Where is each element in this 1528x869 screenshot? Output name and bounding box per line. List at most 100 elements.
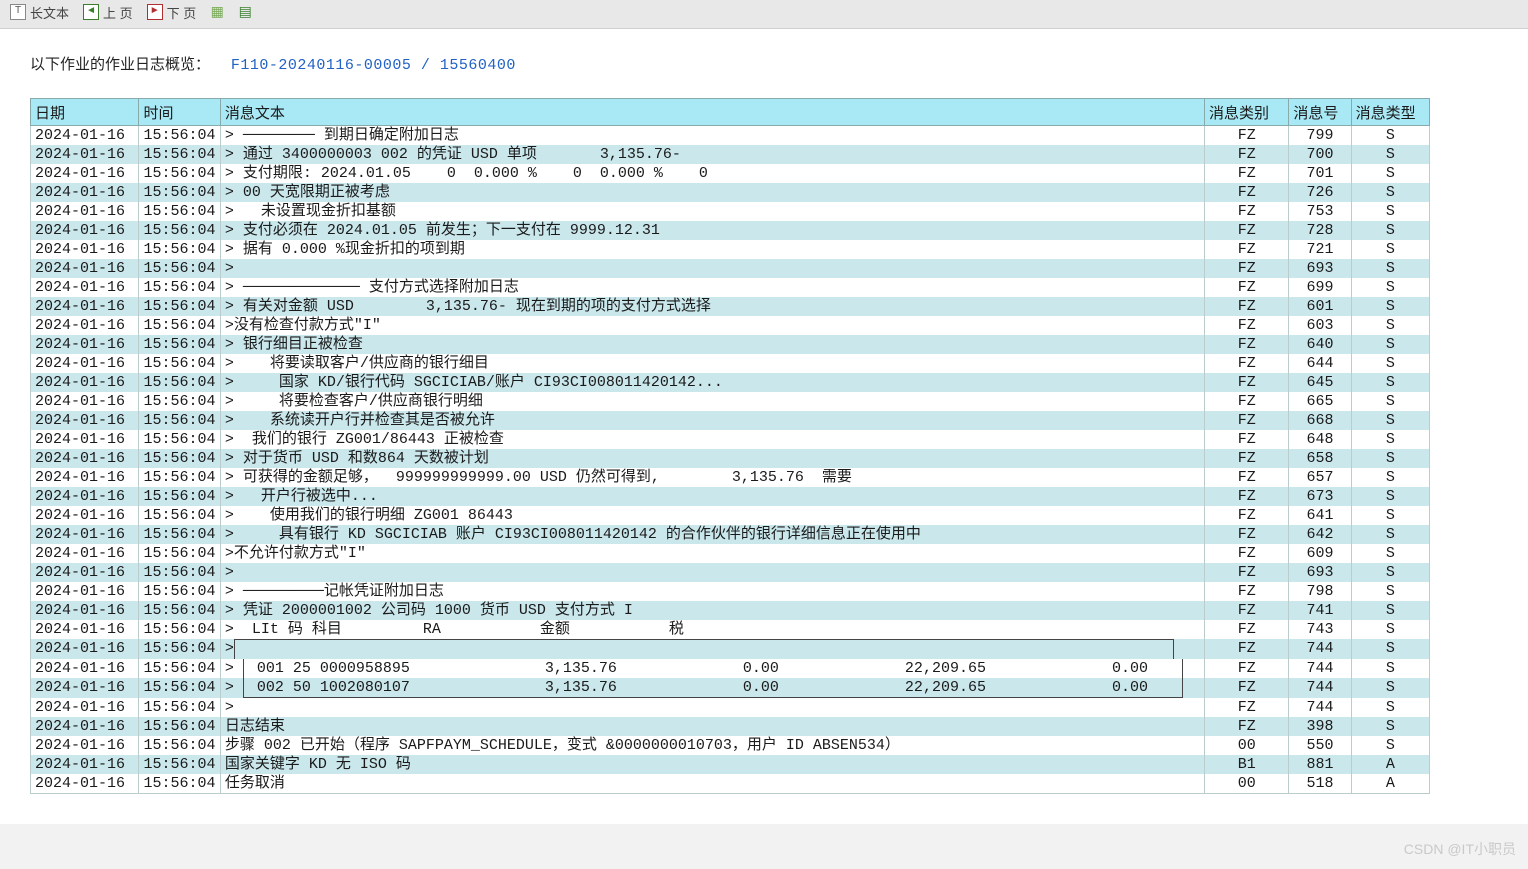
cell-msg-cat: FZ: [1205, 316, 1289, 335]
cell-msg-cat: FZ: [1205, 449, 1289, 468]
table-row[interactable]: 2024-01-1615:56:04>没有检查付款方式"I"FZ603S: [31, 316, 1430, 335]
table-row[interactable]: 2024-01-1615:56:04>不允许付款方式"I"FZ609S: [31, 544, 1430, 563]
table-row[interactable]: 2024-01-1615:56:04> 未设置现金折扣基额FZ753S: [31, 202, 1430, 221]
toolbar-grid-1[interactable]: ▦: [210, 5, 224, 19]
table-row[interactable]: 2024-01-1615:56:04> 开户行被选中...FZ673S: [31, 487, 1430, 506]
col-time[interactable]: 时间: [139, 99, 220, 126]
cell-msg-text: > LIt 码 科目 RA 金额 税: [220, 620, 1204, 639]
cell-date: 2024-01-16: [31, 698, 139, 717]
cell-msg-cat: B1: [1205, 755, 1289, 774]
cell-msg-text: > 使用我们的银行明细 ZG001 86443: [220, 506, 1204, 525]
table-row[interactable]: 2024-01-1615:56:04步骤 002 已开始（程序 SAPFPAYM…: [31, 736, 1430, 755]
cell-msg-type: S: [1351, 678, 1429, 698]
cell-date: 2024-01-16: [31, 335, 139, 354]
table-row[interactable]: 2024-01-1615:56:04> 据有 0.000 %现金折扣的项到期FZ…: [31, 240, 1430, 259]
cell-date: 2024-01-16: [31, 278, 139, 297]
cell-msg-type: S: [1351, 202, 1429, 221]
cell-msg-no: 601: [1289, 297, 1351, 316]
cell-time: 15:56:04: [139, 335, 220, 354]
cell-msg-text: >不允许付款方式"I": [220, 544, 1204, 563]
cell-msg-text: > 系统读开户行并检查其是否被允许: [220, 411, 1204, 430]
next-page-icon: ►: [147, 4, 163, 20]
table-row[interactable]: 2024-01-1615:56:04> 将要检查客户/供应商银行明细FZ665S: [31, 392, 1430, 411]
cell-msg-text: >没有检查付款方式"I": [220, 316, 1204, 335]
cell-date: 2024-01-16: [31, 259, 139, 278]
table-row[interactable]: 2024-01-1615:56:04> 通过 3400000003 002 的凭…: [31, 145, 1430, 164]
table-row[interactable]: 2024-01-1615:56:04> 使用我们的银行明细 ZG001 8644…: [31, 506, 1430, 525]
cell-msg-no: 668: [1289, 411, 1351, 430]
cell-msg-cat: FZ: [1205, 601, 1289, 620]
table-row[interactable]: 2024-01-1615:56:04> FZ744S: [31, 639, 1430, 659]
table-row[interactable]: 2024-01-1615:56:04> 支付必须在 2024.01.05 前发生…: [31, 221, 1430, 240]
cell-msg-text: > 国家 KD/银行代码 SGCICIAB/账户 CI93CI008011420…: [220, 373, 1204, 392]
cell-msg-text: > 可获得的金额足够， 999999999999.00 USD 仍然可得到, 3…: [220, 468, 1204, 487]
cell-msg-no: 665: [1289, 392, 1351, 411]
cell-msg-cat: FZ: [1205, 506, 1289, 525]
col-msg-no[interactable]: 消息号: [1289, 99, 1351, 126]
table-row[interactable]: 2024-01-1615:56:04> 002 50 1002080107 3,…: [31, 678, 1430, 698]
cell-msg-cat: FZ: [1205, 468, 1289, 487]
table-row[interactable]: 2024-01-1615:56:04> 对于货币 USD 和数864 天数被计划…: [31, 449, 1430, 468]
col-msg-text[interactable]: 消息文本: [220, 99, 1204, 126]
toolbar-longtext-label: 长文本: [30, 3, 69, 22]
table-row[interactable]: 2024-01-1615:56:04> 001 25 0000958895 3,…: [31, 659, 1430, 678]
cell-msg-cat: 00: [1205, 774, 1289, 794]
cell-msg-no: 701: [1289, 164, 1351, 183]
table-row[interactable]: 2024-01-1615:56:04> 有关对金额 USD 3,135.76- …: [31, 297, 1430, 316]
cell-msg-type: S: [1351, 354, 1429, 373]
cell-msg-no: 799: [1289, 126, 1351, 146]
cell-msg-cat: FZ: [1205, 659, 1289, 678]
table-row[interactable]: 2024-01-1615:56:04>FZ693S: [31, 259, 1430, 278]
cell-msg-cat: FZ: [1205, 259, 1289, 278]
cell-msg-type: A: [1351, 755, 1429, 774]
table-row[interactable]: 2024-01-1615:56:04> ───────────── 支付方式选择…: [31, 278, 1430, 297]
col-msg-type[interactable]: 消息类型: [1351, 99, 1429, 126]
table-row[interactable]: 2024-01-1615:56:04> ──────── 到期日确定附加日志FZ…: [31, 126, 1430, 146]
toolbar-grid-2[interactable]: ▤: [238, 5, 252, 19]
table-row[interactable]: 2024-01-1615:56:04>FZ744S: [31, 698, 1430, 717]
cell-msg-type: S: [1351, 221, 1429, 240]
table-row[interactable]: 2024-01-1615:56:04> 具有银行 KD SGCICIAB 账户 …: [31, 525, 1430, 544]
table-row[interactable]: 2024-01-1615:56:04日志结束FZ398S: [31, 717, 1430, 736]
cell-msg-no: 640: [1289, 335, 1351, 354]
cell-msg-cat: FZ: [1205, 698, 1289, 717]
cell-msg-text: > 有关对金额 USD 3,135.76- 现在到期的项的支付方式选择: [220, 297, 1204, 316]
table-row[interactable]: 2024-01-1615:56:04> 可获得的金额足够， 9999999999…: [31, 468, 1430, 487]
table-row[interactable]: 2024-01-1615:56:04> LIt 码 科目 RA 金额 税FZ74…: [31, 620, 1430, 639]
cell-msg-cat: FZ: [1205, 487, 1289, 506]
col-date[interactable]: 日期: [31, 99, 139, 126]
cell-msg-no: 721: [1289, 240, 1351, 259]
table-row[interactable]: 2024-01-1615:56:04> 将要读取客户/供应商的银行细目FZ644…: [31, 354, 1430, 373]
toolbar-long-text[interactable]: T 长文本: [10, 3, 69, 22]
cell-date: 2024-01-16: [31, 468, 139, 487]
cell-msg-no: 398: [1289, 717, 1351, 736]
table-row[interactable]: 2024-01-1615:56:04任务取消00518A: [31, 774, 1430, 794]
cell-time: 15:56:04: [139, 717, 220, 736]
toolbar-next-page[interactable]: ► 下 页: [147, 3, 197, 22]
cell-msg-text: > 002 50 1002080107 3,135.76 0.00 22,209…: [220, 678, 1204, 698]
cell-msg-text: >: [220, 563, 1204, 582]
cell-msg-text: > 00 天宽限期正被考虑: [220, 183, 1204, 202]
table-row[interactable]: 2024-01-1615:56:04> 我们的银行 ZG001/86443 正被…: [31, 430, 1430, 449]
cell-date: 2024-01-16: [31, 678, 139, 698]
cell-time: 15:56:04: [139, 373, 220, 392]
table-row[interactable]: 2024-01-1615:56:04> 系统读开户行并检查其是否被允许FZ668…: [31, 411, 1430, 430]
cell-msg-type: S: [1351, 183, 1429, 202]
table-row[interactable]: 2024-01-1615:56:04> ─────────记帐凭证附加日志FZ7…: [31, 582, 1430, 601]
table-row[interactable]: 2024-01-1615:56:04> 凭证 2000001002 公司码 10…: [31, 601, 1430, 620]
cell-date: 2024-01-16: [31, 563, 139, 582]
table-row[interactable]: 2024-01-1615:56:04> 支付期限: 2024.01.05 0 0…: [31, 164, 1430, 183]
cell-msg-cat: FZ: [1205, 620, 1289, 639]
table-row[interactable]: 2024-01-1615:56:04>FZ693S: [31, 563, 1430, 582]
table-row[interactable]: 2024-01-1615:56:04> 银行细目正被检查FZ640S: [31, 335, 1430, 354]
col-msg-cat[interactable]: 消息类别: [1205, 99, 1289, 126]
table-row[interactable]: 2024-01-1615:56:04国家关键字 KD 无 ISO 码B1881A: [31, 755, 1430, 774]
toolbar-prev-page[interactable]: ◄ 上 页: [83, 3, 133, 22]
cell-msg-no: 699: [1289, 278, 1351, 297]
cell-time: 15:56:04: [139, 678, 220, 698]
overview-job-id[interactable]: F110-20240116-00005 / 15560400: [231, 57, 516, 74]
grid-icon: ▦: [210, 5, 224, 19]
table-row[interactable]: 2024-01-1615:56:04> 00 天宽限期正被考虑FZ726S: [31, 183, 1430, 202]
cell-msg-cat: FZ: [1205, 202, 1289, 221]
table-row[interactable]: 2024-01-1615:56:04> 国家 KD/银行代码 SGCICIAB/…: [31, 373, 1430, 392]
